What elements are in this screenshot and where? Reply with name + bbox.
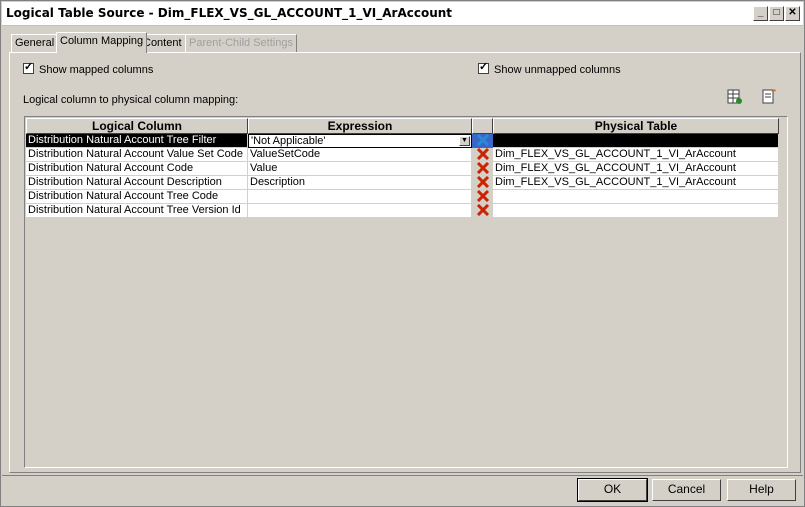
chevron-down-icon[interactable]: ▼ (459, 136, 470, 146)
logical-column-cell[interactable]: Distribution Natural Account Tree Filter (26, 134, 248, 148)
physical-table-cell[interactable] (493, 134, 779, 148)
header-expression[interactable]: Expression (248, 118, 472, 134)
expression-dropdown[interactable]: 'Not Applicable' ▼ (248, 134, 472, 148)
dialog-window: Logical Table Source - Dim_FLEX_VS_GL_AC… (0, 0, 805, 507)
physical-table-cell[interactable] (493, 204, 779, 218)
edit-document-icon[interactable] (760, 88, 778, 106)
window-title: Logical Table Source - Dim_FLEX_VS_GL_AC… (6, 6, 453, 20)
expression-cell[interactable] (248, 204, 472, 218)
table-row[interactable]: Distribution Natural Account Tree Filter… (26, 133, 779, 148)
red-x-delete-icon (476, 189, 489, 203)
ok-button[interactable]: OK (577, 478, 648, 502)
logical-column-cell[interactable]: Distribution Natural Account Code (26, 162, 248, 176)
expression-cell[interactable]: Description (248, 176, 472, 190)
delete-mapping-button[interactable] (472, 161, 493, 176)
red-x-delete-icon (476, 147, 489, 161)
logical-column-cell[interactable]: Distribution Natural Account Value Set C… (26, 148, 248, 162)
delete-mapping-button[interactable] (472, 203, 493, 218)
logical-column-cell[interactable]: Distribution Natural Account Tree Code (26, 190, 248, 204)
column-mapping-panel: ✓ Show mapped columns ✓ Show unmapped colu… (9, 52, 801, 473)
header-logical-column[interactable]: Logical Column (26, 118, 248, 134)
expression-cell[interactable] (248, 190, 472, 204)
table-row[interactable]: Distribution Natural Account Code Value … (26, 161, 779, 176)
header-delete (472, 118, 493, 134)
maximize-button[interactable]: □ (769, 6, 784, 21)
table-add-icon[interactable] (726, 88, 744, 106)
delete-mapping-button[interactable] (472, 189, 493, 204)
red-x-delete-icon (476, 203, 489, 217)
red-x-delete-icon (476, 133, 489, 147)
physical-table-cell[interactable] (493, 190, 779, 204)
red-x-delete-icon (476, 175, 489, 189)
checkbox-box[interactable]: ✓ (23, 61, 34, 74)
logical-column-cell[interactable]: Distribution Natural Account Description (26, 176, 248, 190)
show-mapped-checkbox[interactable]: ✓ Show mapped columns (23, 61, 153, 76)
delete-mapping-button[interactable] (472, 133, 493, 148)
red-x-delete-icon (476, 161, 489, 175)
logical-column-cell[interactable]: Distribution Natural Account Tree Versio… (26, 204, 248, 218)
physical-table-cell[interactable]: Dim_FLEX_VS_GL_ACCOUNT_1_VI_ArAccount (493, 176, 779, 190)
tab-general[interactable]: General (11, 34, 59, 52)
tab-strip: General Column Mapping Content Parent-Ch… (11, 32, 801, 53)
table-row[interactable]: Distribution Natural Account Description… (26, 175, 779, 190)
delete-mapping-button[interactable] (472, 175, 493, 190)
expression-cell[interactable]: Value (248, 162, 472, 176)
minimize-button[interactable]: _ (753, 6, 768, 21)
cancel-button[interactable]: Cancel (652, 479, 721, 501)
table-row[interactable]: Distribution Natural Account Value Set C… (26, 147, 779, 162)
mapping-grid: Logical Column Expression Physical Table… (24, 116, 788, 468)
tab-parent-child-settings: Parent-Child Settings (185, 34, 297, 52)
title-bar: Logical Table Source - Dim_FLEX_VS_GL_AC… (2, 2, 803, 26)
expression-cell[interactable]: ValueSetCode (248, 148, 472, 162)
physical-table-cell[interactable]: Dim_FLEX_VS_GL_ACCOUNT_1_VI_ArAccount (493, 148, 779, 162)
close-button[interactable]: ✕ (785, 6, 800, 21)
tab-column-mapping[interactable]: Column Mapping (56, 32, 148, 53)
table-row[interactable]: Distribution Natural Account Tree Code (26, 189, 779, 204)
mapping-label: Logical column to physical column mappin… (23, 94, 239, 106)
checkbox-box[interactable]: ✓ (478, 61, 489, 74)
show-unmapped-checkbox[interactable]: ✓ Show unmapped columns (478, 61, 621, 76)
help-button[interactable]: Help (727, 479, 796, 501)
footer-divider (2, 475, 803, 476)
header-physical-table[interactable]: Physical Table (493, 118, 779, 134)
table-row[interactable]: Distribution Natural Account Tree Versio… (26, 203, 779, 218)
physical-table-cell[interactable]: Dim_FLEX_VS_GL_ACCOUNT_1_VI_ArAccount (493, 162, 779, 176)
delete-mapping-button[interactable] (472, 147, 493, 162)
